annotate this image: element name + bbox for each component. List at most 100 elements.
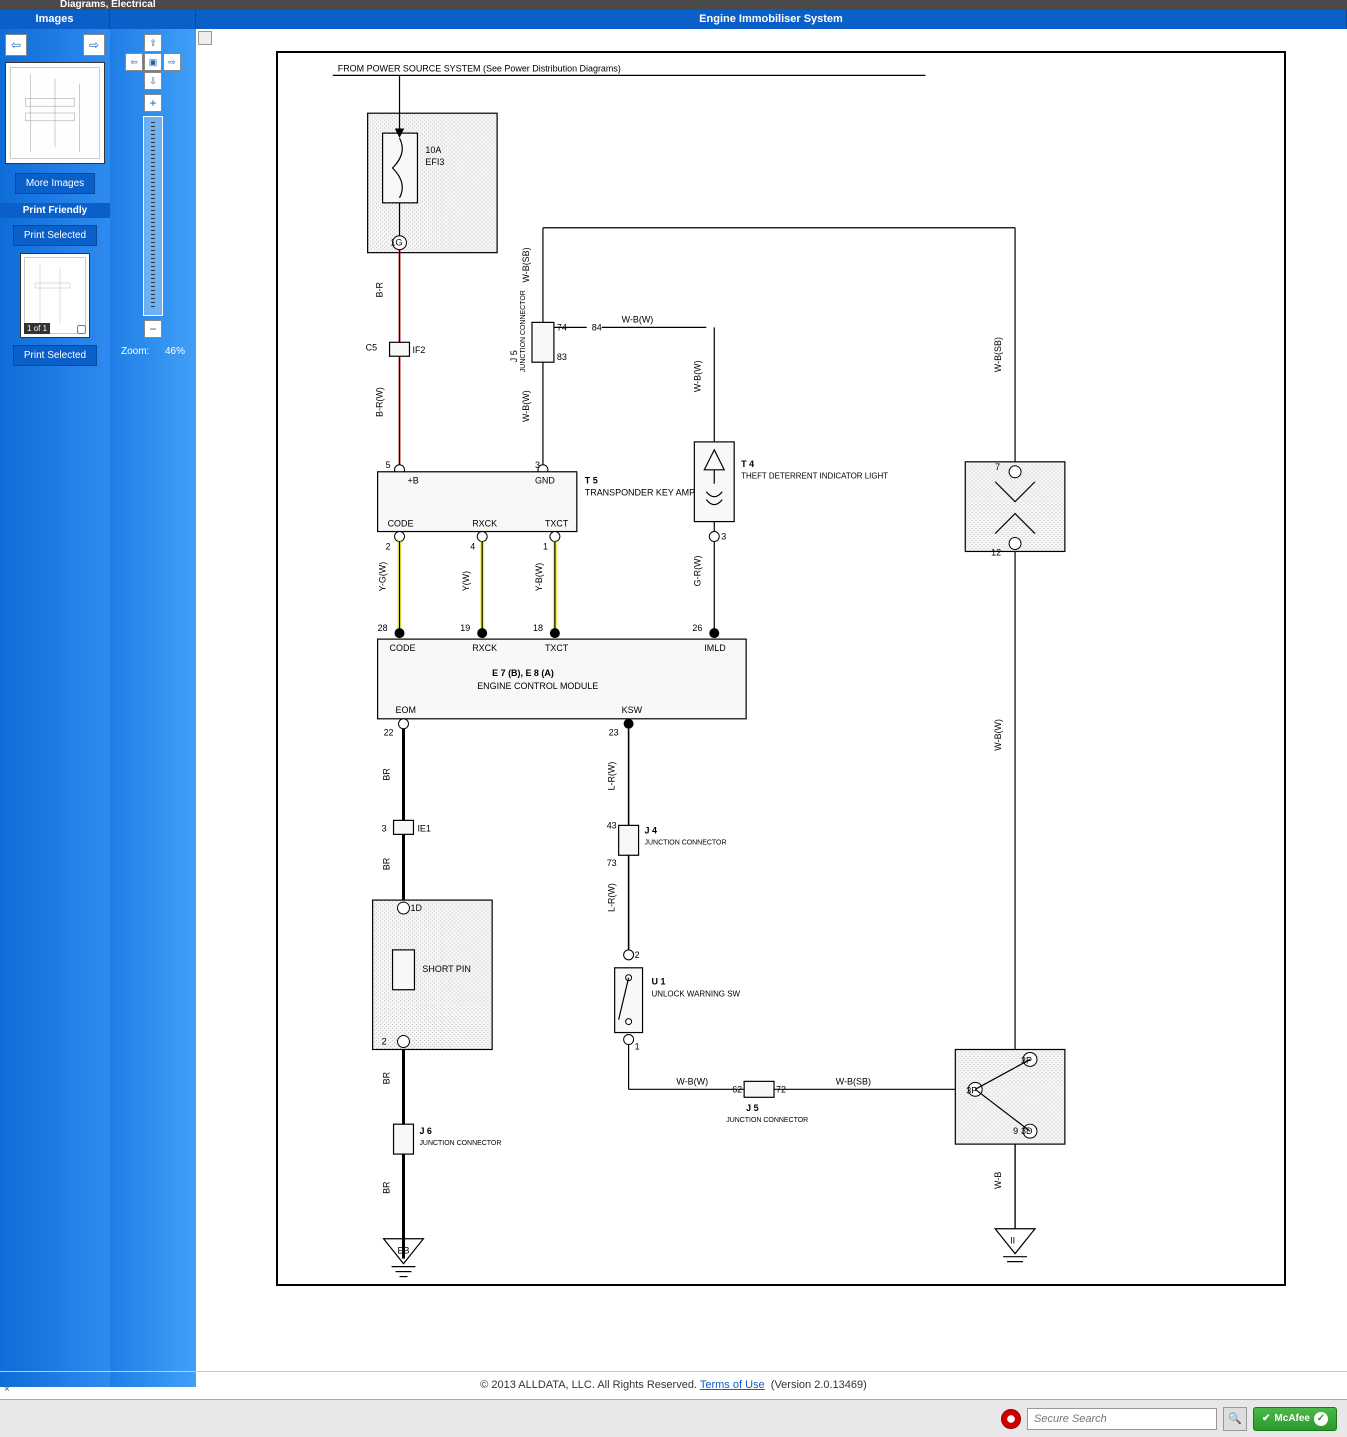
svg-text:E 7 (B), E 8 (A): E 7 (B), E 8 (A) [492,668,554,678]
search-button[interactable]: 🔍 [1223,1407,1247,1431]
svg-text:18: 18 [533,623,543,633]
pan-center-button[interactable]: ▣ [144,53,162,71]
svg-text:RXCK: RXCK [472,643,497,653]
select-page-checkbox[interactable] [77,325,86,334]
terms-link[interactable]: Terms of Use [700,1379,765,1391]
mcafee-shield-icon: ✔ [1262,1413,1270,1424]
svg-text:B-R: B-R [375,282,385,298]
svg-text:2: 2 [382,1037,387,1047]
svg-text:72: 72 [776,1084,786,1094]
svg-text:9: 9 [1013,1126,1018,1136]
svg-text:JUNCTION CONNECTOR: JUNCTION CONNECTOR [726,1117,808,1124]
svg-text:GND: GND [535,476,555,486]
svg-text:3D: 3D [1021,1126,1033,1136]
image-thumbnail[interactable] [5,62,105,164]
svg-text:EB: EB [398,1246,410,1256]
svg-text:FROM POWER SOURCE SYSTEM (See: FROM POWER SOURCE SYSTEM (See Power Dist… [338,63,621,73]
more-images-button[interactable]: More Images [15,173,95,194]
mcafee-badge[interactable]: ✔ McAfee ✓ [1253,1407,1337,1431]
svg-text:G-R(W): G-R(W) [692,555,702,586]
svg-text:SHORT PIN: SHORT PIN [422,964,470,974]
svg-text:2: 2 [635,950,640,960]
svg-text:BR: BR [382,1181,392,1194]
svg-text:83: 83 [557,352,567,362]
diagram-tool-icon[interactable] [198,31,212,45]
svg-text:19: 19 [460,623,470,633]
svg-text:J 6: J 6 [419,1126,431,1136]
zoom-label-text: Zoom: [121,346,149,357]
svg-text:EOM: EOM [396,705,416,715]
svg-text:1D: 1D [410,903,422,913]
wiring-diagram: FROM POWER SOURCE SYSTEM (See Power Dist… [276,51,1286,1286]
header-images: Images [0,10,110,29]
svg-text:73: 73 [607,858,617,868]
svg-text:3: 3 [382,823,387,833]
svg-text:JUNCTION CONNECTOR: JUNCTION CONNECTOR [645,839,727,846]
zoom-value: 46% [165,346,185,357]
header-main-title: Engine Immobiliser System [196,10,1347,29]
svg-text:C5: C5 [366,342,377,352]
svg-text:THEFT DETERRENT INDICATOR LIGH: THEFT DETERRENT INDICATOR LIGHT [741,472,888,481]
svg-text:62: 62 [732,1084,742,1094]
svg-text:+B: +B [407,476,418,486]
header-row: Images Engine Immobiliser System [0,10,1347,29]
svg-text:B-R(W): B-R(W) [375,387,385,417]
svg-text:7: 7 [995,462,1000,472]
svg-text:1G: 1G [391,238,403,248]
svg-text:26: 26 [692,623,702,633]
svg-text:W-B(W): W-B(W) [692,360,702,392]
print-selected-button-1[interactable]: Print Selected [13,225,97,246]
svg-text:4: 4 [470,541,475,551]
svg-text:84: 84 [592,322,602,332]
svg-text:W-B(SB): W-B(SB) [521,247,531,282]
svg-text:CODE: CODE [390,643,416,653]
svg-text:Y-B(W): Y-B(W) [534,563,544,592]
zoom-slider[interactable] [143,116,163,316]
prev-image-button[interactable]: ⇦ [5,34,27,56]
next-image-button[interactable]: ⇨ [83,34,105,56]
svg-text:T 4: T 4 [741,459,754,469]
zoom-in-button[interactable]: + [144,94,162,112]
svg-text:2: 2 [386,541,391,551]
svg-text:TXCT: TXCT [545,519,569,529]
zoom-column: ⇧ ⇦ ▣ ⇨ ⇩ + − Zoom: 46% [110,29,196,1387]
svg-text:TXCT: TXCT [545,643,569,653]
pan-left-button[interactable]: ⇦ [125,53,143,71]
svg-text:28: 28 [378,623,388,633]
svg-text:43: 43 [607,820,617,830]
security-shield-icon[interactable] [1001,1409,1021,1429]
svg-text:12: 12 [991,547,1001,557]
svg-text:U 1: U 1 [652,977,666,987]
svg-text:W-B(W): W-B(W) [993,719,1003,751]
svg-text:IMLD: IMLD [704,643,726,653]
footer: © 2013 ALLDATA, LLC. All Rights Reserved… [0,1371,1347,1397]
svg-text:KSW: KSW [622,705,643,715]
svg-text:JUNCTION CONNECTOR: JUNCTION CONNECTOR [520,290,527,372]
svg-text:W-B(W): W-B(W) [622,314,654,324]
svg-text:J 5: J 5 [746,1103,758,1113]
zoom-out-button[interactable]: − [144,320,162,338]
svg-text:IF2: IF2 [412,345,425,355]
svg-text:ENGINE CONTROL MODULE: ENGINE CONTROL MODULE [477,681,598,691]
print-selected-button-2[interactable]: Print Selected [13,345,97,366]
mcafee-label: McAfee [1274,1413,1310,1424]
svg-text:II: II [1010,1236,1015,1246]
pan-right-button[interactable]: ⇨ [163,53,181,71]
sidebar-left: ⇦ ⇨ More Images Print Friendly Print Sel… [0,29,110,1387]
pan-up-button[interactable]: ⇧ [144,34,162,52]
browser-toolbar: 🔍 ✔ McAfee ✓ [0,1399,1347,1437]
svg-text:1: 1 [543,541,548,551]
svg-text:T 5: T 5 [585,476,598,486]
secure-search-input[interactable] [1027,1408,1217,1430]
pan-down-button[interactable]: ⇩ [144,72,162,90]
svg-text:22: 22 [384,728,394,738]
svg-text:W-B(SB): W-B(SB) [993,337,1003,372]
svg-text:L-R(W): L-R(W) [607,762,617,791]
print-friendly-label: Print Friendly [0,203,110,218]
svg-text:1: 1 [635,1041,640,1051]
svg-text:W-B(W): W-B(W) [521,390,531,422]
page-indicator: 1 of 1 [24,323,50,334]
header-zoom [110,10,196,29]
print-thumbnail[interactable]: 1 of 1 [20,253,90,338]
diagram-viewport[interactable]: FROM POWER SOURCE SYSTEM (See Power Dist… [196,29,1347,1387]
